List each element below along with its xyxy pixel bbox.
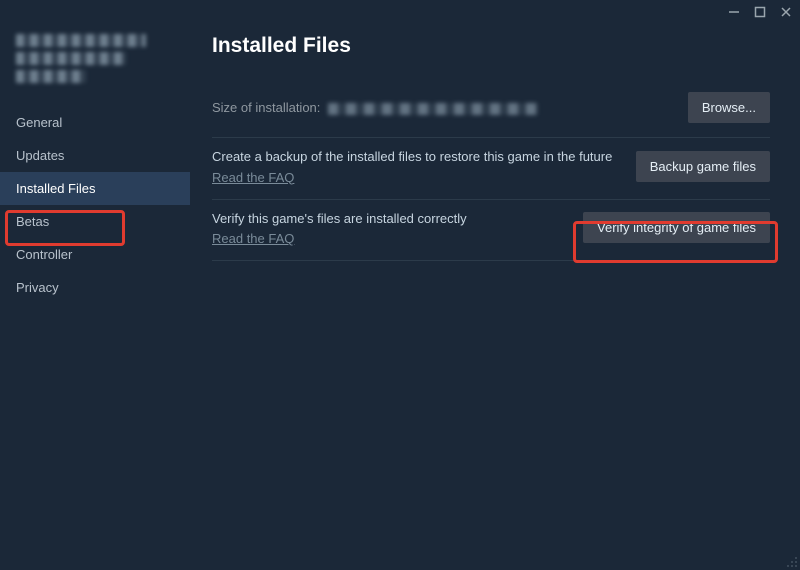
verify-button[interactable]: Verify integrity of game files	[583, 212, 770, 243]
game-title	[0, 30, 190, 106]
sidebar-item-privacy[interactable]: Privacy	[0, 271, 190, 304]
row-install-size: Size of installation: Browse...	[212, 82, 770, 138]
maximize-button[interactable]	[754, 6, 766, 18]
row-verify: Verify this game's files are installed c…	[212, 200, 770, 262]
window-titlebar	[0, 0, 800, 24]
sidebar: General Updates Installed Files Betas Co…	[0, 24, 190, 570]
size-label: Size of installation:	[212, 100, 538, 115]
close-button[interactable]	[780, 6, 792, 18]
sidebar-item-controller[interactable]: Controller	[0, 238, 190, 271]
size-value-redacted	[328, 103, 538, 115]
browse-button[interactable]: Browse...	[688, 92, 770, 123]
page-title: Installed Files	[212, 34, 770, 58]
sidebar-item-updates[interactable]: Updates	[0, 139, 190, 172]
resize-grip-icon[interactable]	[786, 556, 798, 568]
verify-faq-link[interactable]: Read the FAQ	[212, 231, 294, 246]
backup-button[interactable]: Backup game files	[636, 151, 770, 182]
sidebar-item-betas[interactable]: Betas	[0, 205, 190, 238]
backup-description: Create a backup of the installed files t…	[212, 148, 622, 166]
sidebar-item-general[interactable]: General	[0, 106, 190, 139]
verify-description: Verify this game's files are installed c…	[212, 210, 569, 228]
sidebar-nav: General Updates Installed Files Betas Co…	[0, 106, 190, 304]
main-area: General Updates Installed Files Betas Co…	[0, 24, 800, 570]
minimize-button[interactable]	[728, 6, 740, 18]
backup-faq-link[interactable]: Read the FAQ	[212, 170, 294, 185]
content-panel: Installed Files Size of installation: Br…	[190, 24, 800, 570]
sidebar-item-installed-files[interactable]: Installed Files	[0, 172, 190, 205]
row-backup: Create a backup of the installed files t…	[212, 138, 770, 200]
